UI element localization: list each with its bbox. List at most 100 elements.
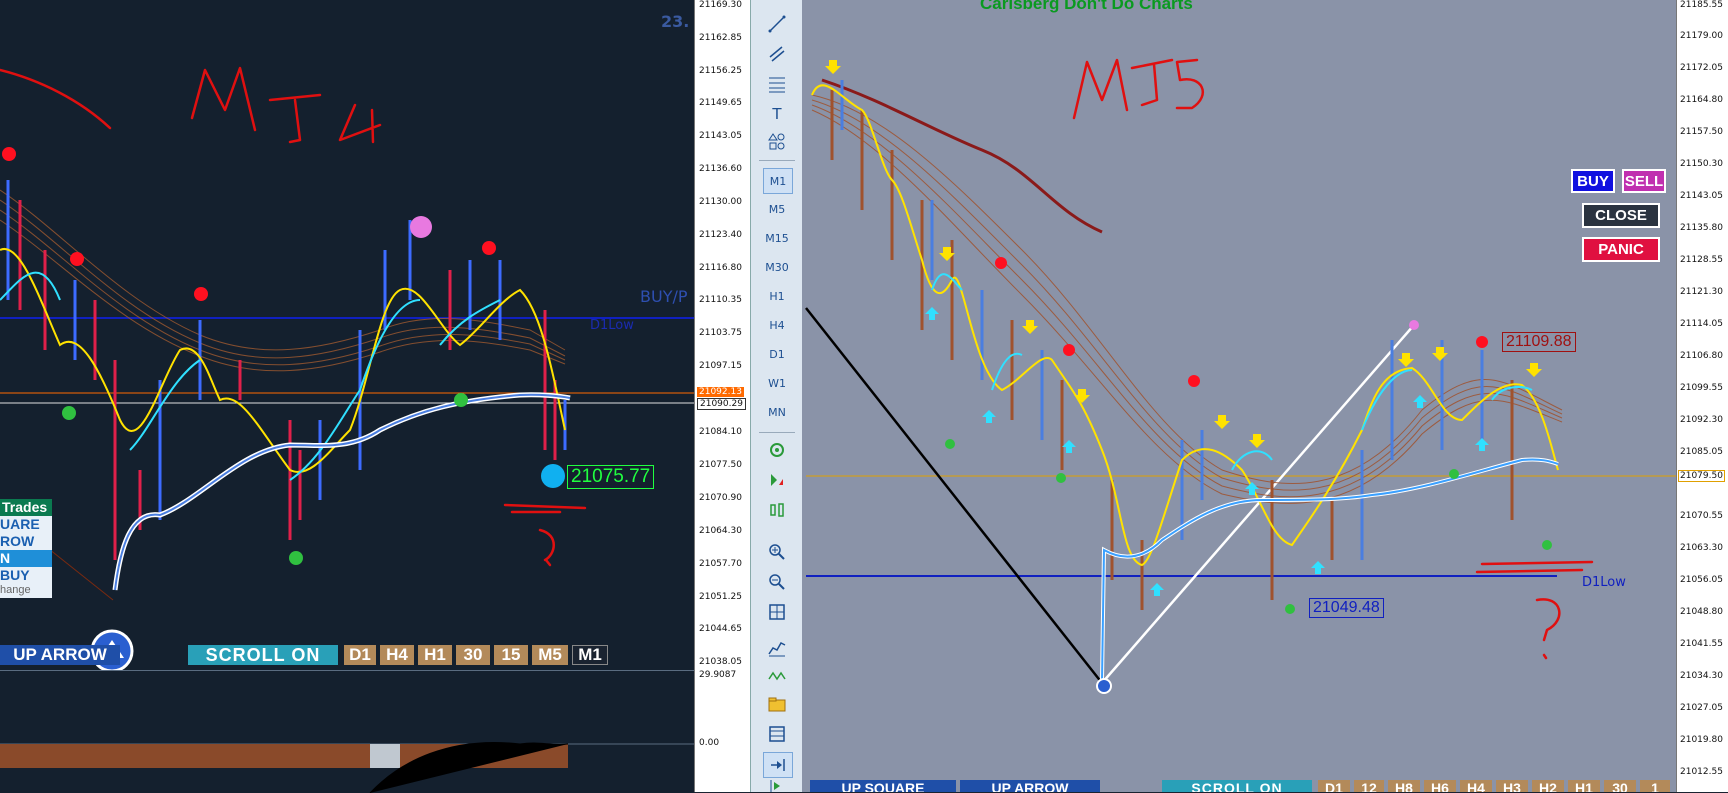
tf-button-30[interactable]: 30 xyxy=(456,645,490,665)
price-tick-highlight: 21092.13 xyxy=(697,387,744,397)
mt5-white-trend-line xyxy=(1101,324,1415,684)
fibonacci-icon[interactable] xyxy=(763,72,791,96)
mt5-candles-bull xyxy=(840,80,1484,560)
mt4-oscillator-panel[interactable] xyxy=(0,670,694,793)
mt5-handwriting-underline xyxy=(1475,560,1594,574)
mt5-sell-signal-dot xyxy=(1063,344,1075,356)
tf-button-h1[interactable]: H1 xyxy=(418,645,452,665)
price-tick: 21116.80 xyxy=(699,263,742,273)
mt5-price-label-high: 21109.88 xyxy=(1502,332,1576,352)
trade-icon[interactable] xyxy=(763,468,791,492)
timeframe-w1[interactable]: W1 xyxy=(763,371,791,395)
candles-icon[interactable] xyxy=(763,498,791,522)
mt4-corner-number: 23. xyxy=(661,12,690,31)
folder-icon[interactable] xyxy=(763,692,791,716)
mt4-chart-canvas[interactable] xyxy=(0,0,694,670)
tf-button-15[interactable]: 15 xyxy=(494,645,528,665)
drawing-toolbar: T M1 M5 M15 M30 H1 H4 D1 W1 MN xyxy=(750,0,804,792)
grid-icon[interactable] xyxy=(763,600,791,624)
price-tick: 21070.55 xyxy=(1680,511,1723,521)
price-tick: 21179.00 xyxy=(1680,31,1723,41)
price-tick: 21092.30 xyxy=(1680,415,1723,425)
shapes-icon[interactable] xyxy=(763,130,791,154)
mt5-up-arrow-button[interactable]: UP ARROW xyxy=(960,780,1100,792)
mt5-tf-h2[interactable]: H2 xyxy=(1532,780,1564,792)
text-icon[interactable]: T xyxy=(763,102,791,126)
mt5-buy-signal-dot xyxy=(1449,469,1459,479)
shift-icon[interactable] xyxy=(763,778,791,792)
mt5-up-square-button[interactable]: UP SQUARE xyxy=(810,780,956,792)
price-tick: 21106.80 xyxy=(1680,351,1723,361)
mt5-sell-signal-dot xyxy=(1188,375,1200,387)
mt5-tf-d1[interactable]: D1 xyxy=(1318,780,1350,792)
timeframe-m5[interactable]: M5 xyxy=(763,197,791,221)
chart-line-icon[interactable] xyxy=(763,636,791,660)
zoom-out-icon[interactable] xyxy=(763,570,791,594)
tf-button-d1[interactable]: D1 xyxy=(344,645,376,665)
mt5-tf-h1[interactable]: H1 xyxy=(1568,780,1600,792)
side-menu-item-up-square[interactable]: UARE xyxy=(0,516,52,533)
timeframe-h4[interactable]: H4 xyxy=(763,313,791,337)
mt4-price-axis[interactable]: 21169.30 21162.85 21156.25 21149.65 2114… xyxy=(694,0,751,670)
mt5-tf-h8[interactable]: H8 xyxy=(1388,780,1420,792)
mt5-price-axis[interactable]: 21185.55 21179.00 21172.05 21164.80 2115… xyxy=(1676,0,1728,792)
mt5-chart-panel[interactable]: Carlsberg Don't Do Charts D1Low 21109.88… xyxy=(802,0,1676,792)
mt5-tf-12[interactable]: 12 xyxy=(1354,780,1384,792)
mt4-handwriting-mt4 xyxy=(190,66,382,144)
timeframe-m1[interactable]: M1 xyxy=(763,168,793,194)
mt4-sell-signal-dot xyxy=(70,252,84,266)
mt5-chart-canvas[interactable] xyxy=(802,0,1676,792)
mt5-tf-1[interactable]: 1 xyxy=(1640,780,1670,792)
price-tick: 21084.10 xyxy=(699,427,742,437)
tf-button-h4[interactable]: H4 xyxy=(380,645,414,665)
indicators-icon[interactable] xyxy=(763,438,791,462)
mt5-tf-30[interactable]: 30 xyxy=(1604,780,1636,792)
side-menu-item-on[interactable]: N xyxy=(0,550,52,567)
side-menu-header: Trades xyxy=(0,499,52,516)
timeframe-d1[interactable]: D1 xyxy=(763,342,791,366)
price-tick-white: 21090.29 xyxy=(697,398,746,410)
mt5-buy-signal-dot xyxy=(1285,604,1295,614)
trendline-icon[interactable] xyxy=(763,12,791,36)
mt4-slow-ma-outline xyxy=(112,392,571,591)
sell-button[interactable]: SELL xyxy=(1622,169,1666,193)
price-tick: 21143.05 xyxy=(1680,191,1723,201)
price-tick: 21044.65 xyxy=(699,624,742,634)
price-tick: 21150.30 xyxy=(1680,159,1723,169)
timeframe-mn[interactable]: MN xyxy=(763,400,791,424)
autoscroll-icon[interactable] xyxy=(763,752,793,778)
mt4-big-signal-dot xyxy=(410,216,432,238)
timeframe-m15[interactable]: M15 xyxy=(763,226,791,250)
channel-icon[interactable] xyxy=(763,42,791,66)
oscillator-icon[interactable] xyxy=(763,664,791,688)
mt4-sell-signal-dot xyxy=(2,147,16,161)
buy-button[interactable]: BUY xyxy=(1571,169,1615,193)
tf-button-m1[interactable]: M1 xyxy=(572,645,608,665)
timeframe-h1[interactable]: H1 xyxy=(763,284,791,308)
mt5-handwriting-question xyxy=(1535,598,1561,660)
price-tick: 21172.05 xyxy=(1680,63,1723,73)
side-menu-item-buy[interactable]: BUY xyxy=(0,567,52,584)
side-menu-item-up-arrow[interactable]: ROW xyxy=(0,533,52,550)
zoom-in-icon[interactable] xyxy=(763,540,791,564)
panic-button[interactable]: PANIC xyxy=(1582,237,1660,262)
mt5-tf-h3[interactable]: H3 xyxy=(1496,780,1528,792)
timeframe-m30[interactable]: M30 xyxy=(763,255,791,279)
mt5-black-trend-line xyxy=(805,307,1103,684)
up-arrow-button[interactable]: UP ARROW xyxy=(0,645,120,665)
price-tick: 21097.15 xyxy=(699,361,742,371)
price-tick: 21143.05 xyxy=(699,131,742,141)
price-tick: 21114.05 xyxy=(1680,319,1723,329)
mt4-chart-panel[interactable]: 23. BUY/P D1Low 21075.77 Trades UARE ROW… xyxy=(0,0,694,670)
mt5-tf-h6[interactable]: H6 xyxy=(1424,780,1456,792)
tf-button-m5[interactable]: M5 xyxy=(532,645,568,665)
mt5-dark-red-ma xyxy=(821,78,1103,234)
template-icon[interactable] xyxy=(763,722,791,746)
side-menu-item-change[interactable]: hange xyxy=(0,584,52,598)
scroll-on-button[interactable]: SCROLL ON xyxy=(188,645,338,665)
mt5-scroll-on-button[interactable]: SCROLL ON xyxy=(1162,780,1312,792)
mt5-tf-h4[interactable]: H4 xyxy=(1460,780,1492,792)
osc-tick-top: 29.9087 xyxy=(699,670,737,680)
close-button[interactable]: CLOSE xyxy=(1582,203,1660,228)
mt5-sell-signal-dot xyxy=(995,257,1007,269)
